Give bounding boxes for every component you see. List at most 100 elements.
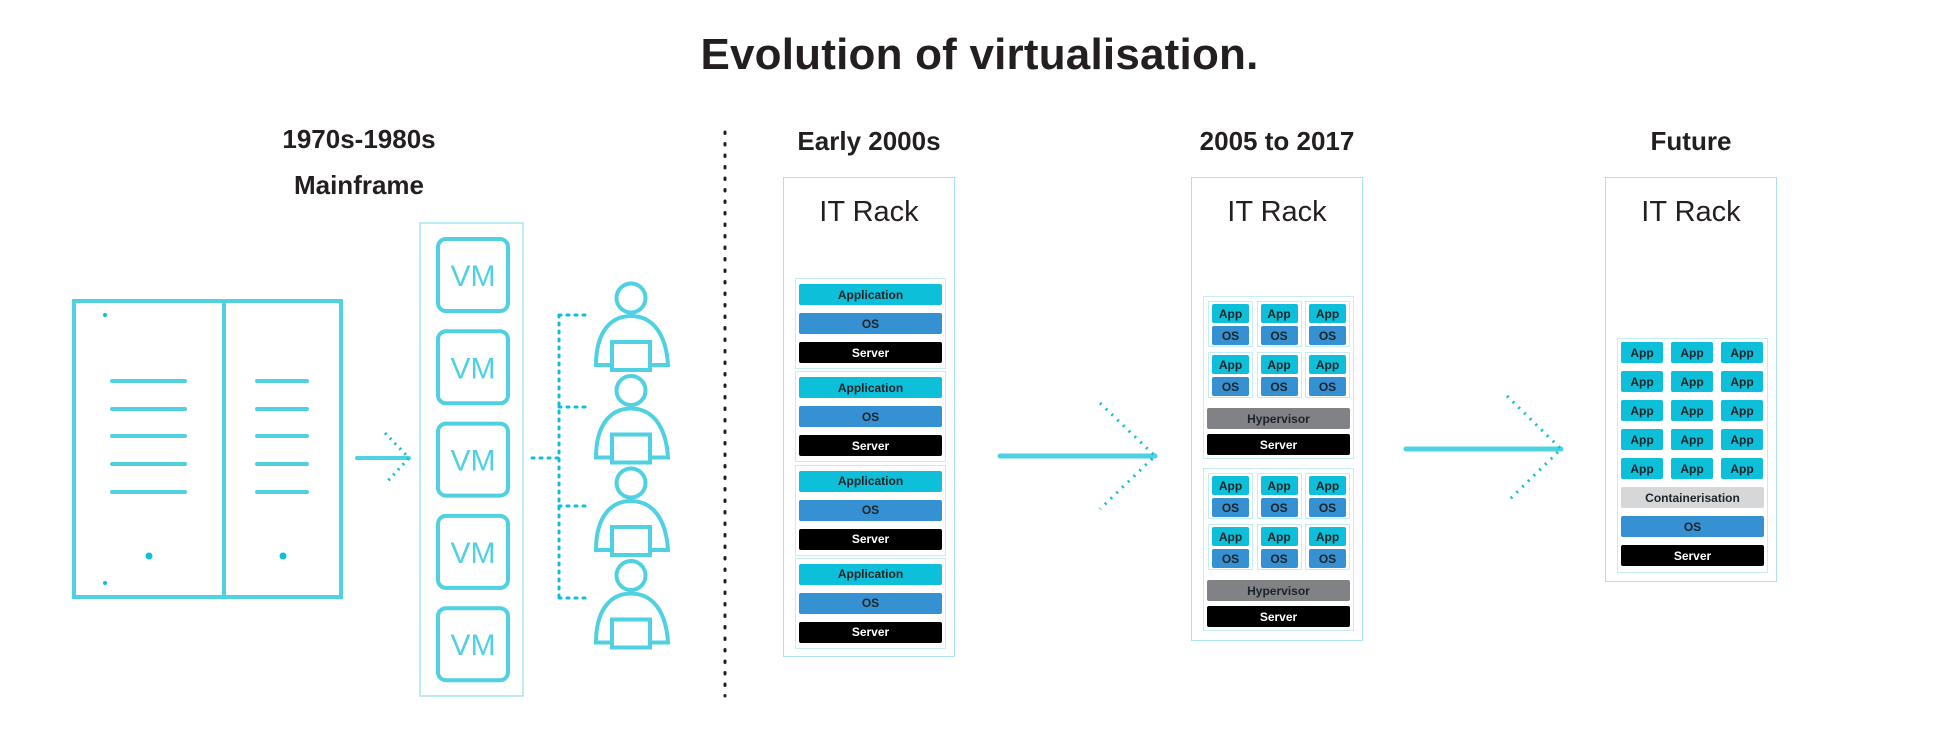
vm-box: VM [436,421,510,498]
container-app: App [1721,371,1763,392]
vm-label: VM [451,629,496,662]
era-heading-future: Future [1650,126,1732,156]
hypervisor-host: App OS App OS App OS App OS App OS App OS Hypervisor… [1203,296,1354,459]
rack-title: IT Rack [1227,196,1327,228]
era-heading-early-2000s: Early 2000s [797,126,941,156]
containerisation-layer: Containerisation [1621,487,1764,508]
server-layer: Server [799,342,942,363]
user-icon [593,374,671,465]
virtual-machine: App OS [1305,301,1350,347]
vm-label: VM [451,352,496,385]
os-layer: OS [1212,549,1249,568]
user-icon [593,466,671,557]
mainframe-right-vents [255,379,309,494]
os-layer: OS [1309,326,1346,345]
app-stack: Application OS Server [795,371,946,463]
mainframe-left-vents [110,379,187,494]
vm-label: VM [451,260,496,293]
app-layer: App [1260,355,1298,374]
virtual-machine: App OS [1208,473,1253,519]
mainframe-server-icon [72,299,343,599]
container-app: App [1671,429,1713,450]
app-stack: Application OS Server [795,278,946,369]
user-icon [593,281,671,372]
user-connector [530,313,587,600]
app-layer: Application [799,284,942,305]
container-app: App [1621,342,1663,363]
os-layer: OS [799,313,942,334]
container-app: App [1671,342,1713,363]
os-layer: OS [799,592,942,614]
it-rack-2005-2017: IT Rack App OS App OS App OS App OS App OS App OS Hy… [1191,177,1363,641]
os-layer: OS [1260,549,1298,568]
os-layer: OS [1309,549,1346,568]
hypervisor-host: App OS App OS App OS App OS App OS App OS Hypervisor… [1203,468,1354,631]
container-app: App [1621,458,1663,479]
vm-box: VM [436,513,510,590]
mainframe-led-right [279,552,287,560]
virtual-machine: App OS [1208,352,1253,398]
os-layer: OS [799,406,942,428]
virtual-machine: App OS [1305,352,1350,398]
os-layer: OS [1212,377,1249,396]
server-layer: Server [799,435,942,457]
container-app: App [1671,458,1713,479]
container-app: App [1621,371,1663,392]
vm-label: VM [451,445,496,478]
rack-title: IT Rack [819,196,919,228]
os-layer: OS [1212,326,1249,345]
virtual-machine: App OS [1256,473,1302,519]
user-icon [593,559,671,650]
app-layer: App [1309,476,1346,495]
vm-label: VM [451,537,496,570]
era-heading-2005-2017: 2005 to 2017 [1199,126,1355,156]
os-layer: OS [1260,326,1298,345]
virtual-machine: App OS [1208,301,1253,347]
container-app: App [1721,429,1763,450]
app-layer: App [1309,304,1346,323]
virtual-machine: App OS [1256,301,1302,347]
os-layer: OS [1212,498,1249,517]
container-app: App [1671,400,1713,421]
virtual-machine: App OS [1305,473,1350,519]
virtual-machine: App OS [1305,524,1350,570]
container-host: App App App App App App App App App App App App App A… [1617,338,1768,573]
app-stack: Application OS Server [795,557,946,649]
app-layer: Application [799,377,942,399]
server-layer: Server [1207,606,1350,627]
hypervisor-layer: Hypervisor [1207,580,1350,601]
os-layer: OS [1309,377,1346,396]
mainframe-led-left [145,552,153,560]
app-layer: App [1260,527,1298,546]
app-layer: App [1212,476,1249,495]
it-rack-early-2000s: IT Rack Application OS Server Application OS… [783,177,955,657]
server-layer: Server [1207,434,1350,455]
app-layer: App [1212,355,1249,374]
app-layer: App [1260,476,1298,495]
rack-title: IT Rack [1641,196,1741,228]
app-layer: Application [799,563,942,585]
container-app: App [1721,458,1763,479]
os-layer: OS [1260,498,1298,517]
app-stack: Application OS Server [795,464,946,556]
server-layer: Server [799,621,942,643]
arrow-right-icon [355,431,412,486]
arrow-right-icon [997,401,1158,511]
os-layer: OS [1621,516,1764,537]
app-layer: App [1309,355,1346,374]
server-layer: Server [799,528,942,550]
arrow-right-icon [1403,394,1564,504]
it-rack-future: IT Rack App App App App App App App App App App Ap… [1605,177,1777,582]
container-app: App [1621,400,1663,421]
vm-box: VM [436,606,510,683]
container-app: App [1721,400,1763,421]
app-layer: App [1212,304,1249,323]
app-layer: App [1309,527,1346,546]
app-layer: Application [799,470,942,492]
server-layer: Server [1621,545,1764,566]
container-app: App [1721,342,1763,363]
virtual-machine: App OS [1208,524,1253,570]
os-layer: OS [799,499,942,521]
mainframe-diagram: VM VM VM VM VM [72,130,727,698]
app-layer: App [1260,304,1298,323]
